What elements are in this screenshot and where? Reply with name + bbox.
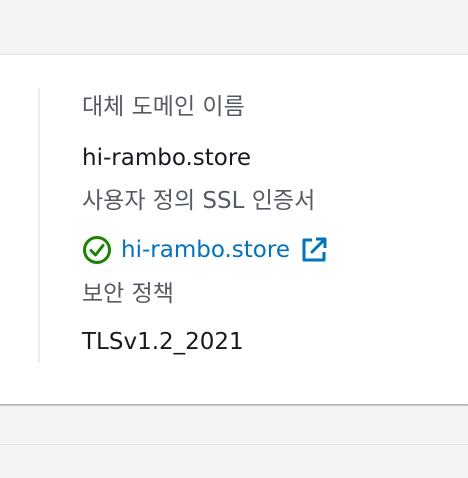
ssl-cert-label: 사용자 정의 SSL 인증서 [82, 188, 316, 214]
alt-domain-label: 대체 도메인 이름 [82, 94, 245, 120]
alt-domain-value: hi-rambo.store [82, 145, 251, 171]
bottom-divider [0, 444, 468, 445]
ssl-cert-link[interactable]: hi-rambo.store [121, 236, 290, 264]
bottom-band [0, 406, 468, 478]
security-policy-value: TLSv1.2_2021 [82, 329, 244, 355]
external-link-icon[interactable] [300, 236, 328, 264]
check-circle-icon [82, 235, 112, 265]
ssl-cert-row: hi-rambo.store [82, 235, 328, 265]
distribution-settings-panel: 대체 도메인 이름 hi-rambo.store 사용자 정의 SSL 인증서 … [0, 55, 468, 405]
column-divider [38, 88, 40, 363]
security-policy-label: 보안 정책 [82, 281, 174, 307]
top-band [0, 0, 468, 55]
